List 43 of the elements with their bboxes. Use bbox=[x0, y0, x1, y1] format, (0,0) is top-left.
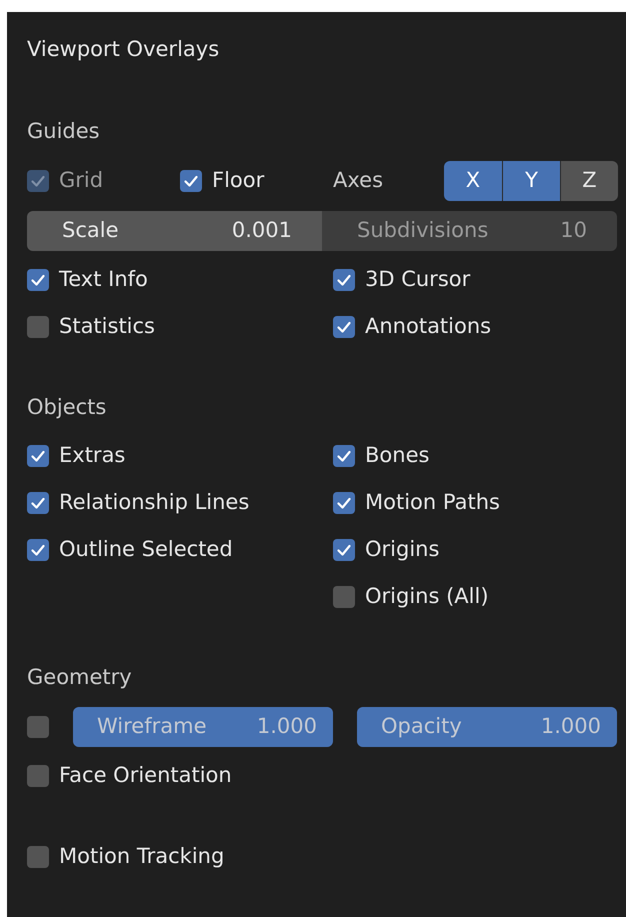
checkbox-label: Statistics bbox=[59, 312, 155, 340]
checkbox-label: Motion Paths bbox=[365, 488, 500, 516]
checkmark-icon bbox=[30, 173, 46, 189]
checkbox[interactable] bbox=[27, 268, 49, 290]
slider-field[interactable]: Wireframe 1.000 bbox=[73, 707, 333, 747]
checkbox-label: Bones bbox=[365, 442, 430, 469]
checkbox-label: Motion Tracking bbox=[59, 842, 224, 870]
checkbox[interactable] bbox=[27, 846, 49, 868]
checkbox[interactable] bbox=[27, 492, 49, 514]
checkbox-label: Origins bbox=[365, 536, 440, 563]
section-heading: Geometry bbox=[27, 664, 132, 692]
axes-label: Axes bbox=[333, 167, 384, 194]
checkbox[interactable] bbox=[27, 444, 49, 466]
checkbox-label: 3D Cursor bbox=[365, 266, 470, 293]
checkbox[interactable] bbox=[333, 316, 355, 338]
axis-toggle[interactable]: X bbox=[444, 161, 502, 201]
checkbox[interactable] bbox=[333, 492, 355, 514]
checkbox-label: Extras bbox=[59, 442, 126, 469]
section-heading: Guides bbox=[27, 118, 100, 146]
checkbox[interactable] bbox=[333, 444, 355, 466]
axis-toggle[interactable]: Z bbox=[560, 161, 618, 201]
checkbox[interactable] bbox=[27, 316, 49, 338]
section-heading: Objects bbox=[27, 394, 106, 422]
checkbox-label: Origins (All) bbox=[365, 582, 489, 610]
checkbox[interactable] bbox=[27, 538, 49, 560]
number-field[interactable]: Scale 0.001 bbox=[27, 211, 322, 251]
checkbox[interactable] bbox=[333, 538, 355, 560]
checkbox-label: Face Orientation bbox=[59, 762, 232, 789]
checkbox-label: Grid bbox=[59, 167, 104, 194]
checkmark-icon bbox=[183, 173, 199, 189]
checkbox[interactable] bbox=[333, 586, 355, 608]
checkbox[interactable] bbox=[27, 716, 49, 738]
popover-title: Viewport Overlays bbox=[27, 36, 220, 64]
slider-field[interactable]: Opacity 1.000 bbox=[357, 707, 617, 747]
checkbox-label: Annotations bbox=[365, 312, 492, 340]
checkbox-label: Outline Selected bbox=[59, 536, 233, 563]
checkbox[interactable] bbox=[180, 170, 202, 192]
axis-toggle[interactable]: Y bbox=[502, 161, 560, 201]
checkbox-label: Relationship Lines bbox=[59, 488, 250, 516]
checkbox-label: Floor bbox=[212, 167, 264, 194]
checkbox-label: Text Info bbox=[59, 266, 148, 293]
checkbox[interactable] bbox=[333, 268, 355, 290]
checkbox[interactable] bbox=[27, 764, 49, 786]
